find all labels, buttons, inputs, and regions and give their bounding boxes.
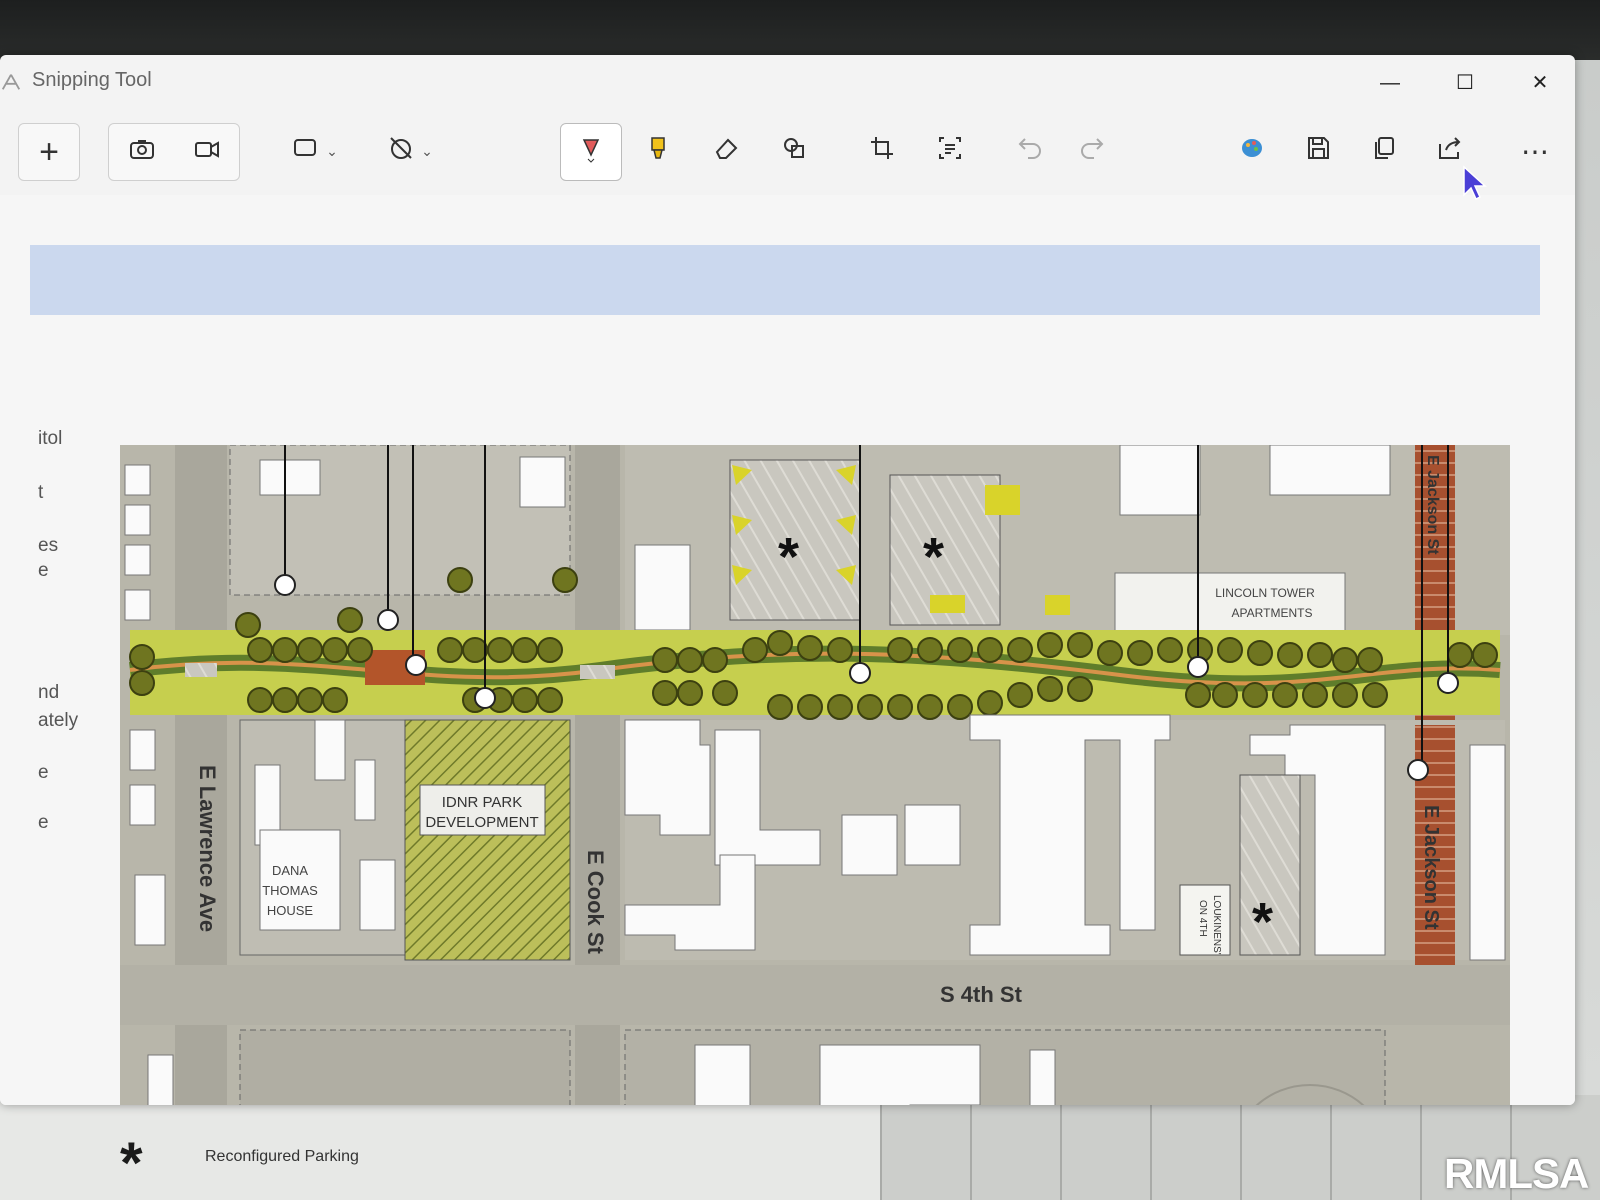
captured-header-strip [30,245,1540,315]
copy-icon [1370,134,1398,169]
maximize-button[interactable]: ☐ [1445,67,1485,99]
lincoln-label-line2: APARTMENTS [1232,606,1313,620]
cropped-text: itol [38,428,63,449]
cropped-text: e [38,812,49,833]
cropped-text: ately [38,710,79,731]
red-pen-icon [577,135,605,170]
delay-dropdown[interactable]: ⌄ [375,123,445,179]
paint-button[interactable] [1222,123,1282,179]
snipping-tool-window: Snipping Tool — ☐ ✕ + ⌄ ⌄ ⋯ itol t es e … [0,55,1575,1105]
camera-icon[interactable] [128,135,156,170]
new-snip-button[interactable]: + [18,123,80,181]
eraser-button[interactable] [696,123,756,179]
paint-palette-icon [1238,134,1266,169]
shapes-button[interactable] [764,123,824,179]
no-timer-icon [387,134,415,169]
text-actions-button[interactable] [920,123,980,179]
chevron-down-icon: ⌄ [326,142,338,159]
video-camera-icon[interactable] [193,135,221,170]
chevron-down-icon: ⌄ [421,142,433,159]
cropped-text: es [38,535,59,556]
highlighter-icon [644,134,672,169]
shapes-icon [780,134,808,169]
crop-button[interactable] [852,123,912,179]
crop-icon [868,134,896,169]
cropped-text: e [38,560,49,581]
site-plan-map: E Lawrence Ave E Cook St E Jackson St E … [120,445,1510,1105]
idnr-label-line2: DEVELOPMENT [425,814,538,831]
undo-icon [1016,134,1044,169]
redo-icon [1078,134,1106,169]
parking-marker: * [1252,892,1273,952]
snip-shape-dropdown[interactable]: ⌄ [280,123,350,179]
rectangle-snip-icon [292,134,320,169]
more-icon: ⋯ [1521,135,1549,167]
street-label-cook: E Cook St [583,850,608,955]
save-button[interactable] [1288,123,1348,179]
title-bar: Snipping Tool — ☐ ✕ [0,55,1575,103]
dana-label-line1: DANA [272,863,308,878]
more-options-button[interactable]: ⋯ [1505,123,1565,179]
dana-label-line3: HOUSE [267,903,314,918]
share-icon [1436,134,1464,169]
pen-tool-button[interactable] [560,123,622,181]
cropped-text: t [38,482,44,503]
snip-canvas-area: itol t es e nd ately e e E Lawrence Ave … [0,195,1575,1105]
text-actions-icon [936,134,964,169]
copy-button[interactable] [1354,123,1414,179]
close-button[interactable]: ✕ [1520,67,1560,99]
undo-button[interactable] [1000,123,1060,179]
cropped-text: nd [38,682,60,703]
highlighter-button[interactable] [628,123,688,179]
legend-parking-symbol: * [120,1131,143,1196]
window-title: Snipping Tool [32,69,152,91]
lincoln-label-line1: LINCOLN TOWER [1215,586,1315,600]
street-label-lawrence: E Lawrence Ave [195,765,220,932]
cropped-text: e [38,762,49,783]
legend-parking-label: Reconfigured Parking [205,1148,359,1165]
minimize-button[interactable]: — [1370,67,1410,99]
street-label-fourth: S 4th St [940,982,1023,1007]
dana-label-line2: THOMAS [262,883,318,898]
capture-mode-toggle[interactable] [108,123,240,181]
street-label-jackson-south: E Jackson St [1420,805,1442,930]
loukinens-label-line1: LOUKINENS' [1211,895,1222,955]
parking-marker: * [778,527,799,587]
mouse-cursor-icon [1463,165,1487,201]
parking-marker: * [923,527,944,587]
eraser-icon [712,134,740,169]
toolbar: + ⌄ ⌄ ⋯ [0,103,1575,198]
redo-button[interactable] [1062,123,1122,179]
idnr-label-line1: IDNR PARK [442,794,523,811]
street-label-jackson-north: E Jackson St [1424,455,1441,555]
plus-icon: + [39,132,59,171]
save-icon [1304,134,1332,169]
loukinens-label-line2: ON 4TH [1197,900,1208,937]
watermark: RMLSA [1444,1150,1589,1197]
snipping-tool-icon [0,71,24,95]
